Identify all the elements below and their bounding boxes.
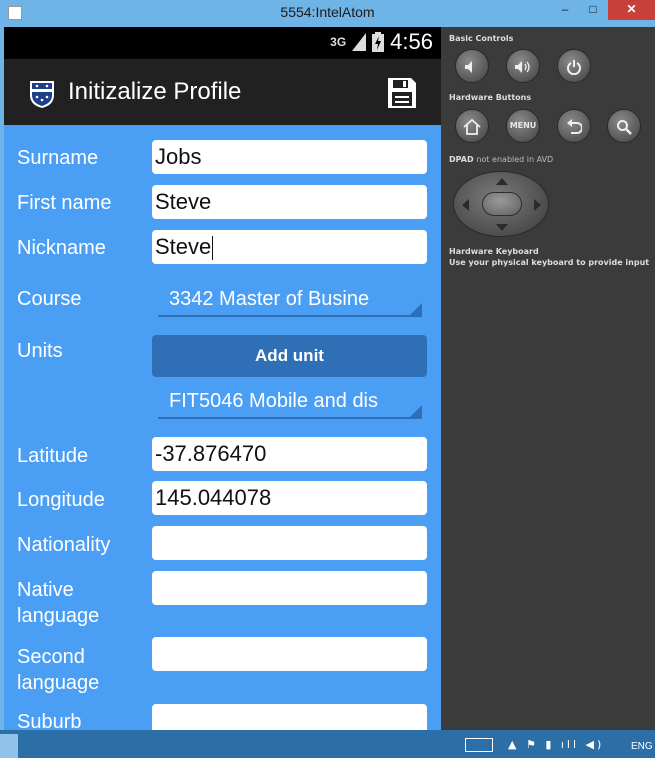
- dpad-control[interactable]: [453, 171, 549, 237]
- university-crest-icon[interactable]: [28, 79, 56, 109]
- close-button[interactable]: ✕: [608, 0, 655, 20]
- course-dropdown[interactable]: 3342 Master of Busine: [158, 283, 422, 317]
- battery-icon: [372, 32, 385, 52]
- back-button[interactable]: [557, 109, 591, 143]
- dpad-left-icon: [462, 199, 469, 211]
- action-bar: Initizalize Profile: [4, 59, 441, 125]
- suburb-label: Suburb: [17, 711, 82, 730]
- home-button[interactable]: [455, 109, 489, 143]
- search-icon: [617, 119, 632, 135]
- course-selected: 3342 Master of Busine: [169, 288, 370, 310]
- menu-button[interactable]: MENU: [506, 109, 540, 143]
- dropdown-arrow-icon: [410, 405, 422, 417]
- hardware-buttons-label: Hardware Buttons: [449, 93, 532, 102]
- page-title: Initizalize Profile: [68, 78, 242, 105]
- nickname-label: Nickname: [17, 237, 106, 259]
- latitude-field[interactable]: -37.876470: [152, 437, 427, 471]
- second-language-label-line1: Second: [17, 646, 85, 668]
- nationality-field[interactable]: [152, 526, 427, 560]
- longitude-field[interactable]: 145.044078: [152, 481, 427, 515]
- hardware-keyboard-label: Hardware Keyboard: [449, 247, 539, 256]
- minimize-button[interactable]: –: [552, 0, 578, 20]
- home-icon: [463, 118, 481, 135]
- dpad-down-icon: [496, 224, 508, 231]
- text-cursor: [212, 236, 214, 261]
- taskbar: ▲ ⚑ ▮ ıll ◀) ENG: [0, 730, 655, 758]
- nickname-field[interactable]: Steve: [152, 230, 427, 264]
- dpad-right-icon: [534, 199, 541, 211]
- dpad-center-button[interactable]: [482, 192, 522, 216]
- android-screen: 3G 4:56 Initizalize Profile Surname Jobs…: [4, 27, 441, 730]
- unit-selected: FIT5046 Mobile and dis: [169, 390, 379, 412]
- volume-down-button[interactable]: [455, 49, 489, 83]
- surname-label: Surname: [17, 147, 99, 169]
- signal-icon: [352, 33, 367, 51]
- input-language[interactable]: ENG: [631, 741, 653, 752]
- power-button[interactable]: [557, 49, 591, 83]
- native-language-label-line1: Native: [17, 579, 74, 601]
- back-icon: [567, 118, 583, 134]
- power-icon: [567, 59, 581, 75]
- suburb-field[interactable]: [152, 704, 427, 730]
- units-label: Units: [17, 340, 63, 362]
- nickname-value: Steve: [155, 234, 212, 259]
- volume-up-button[interactable]: [506, 49, 540, 83]
- surname-field[interactable]: Jobs: [152, 140, 427, 174]
- search-button[interactable]: [607, 109, 641, 143]
- volume-down-icon: [465, 60, 472, 73]
- save-icon[interactable]: [387, 77, 417, 109]
- latitude-label: Latitude: [17, 445, 89, 467]
- maximize-button[interactable]: □: [580, 0, 606, 20]
- volume-up-icon: [515, 60, 530, 73]
- status-bar: 3G 4:56: [4, 27, 441, 59]
- network-type: 3G: [330, 35, 347, 49]
- first-name-field[interactable]: Steve: [152, 185, 427, 219]
- dpad-label: DPAD not enabled in AVD: [449, 155, 553, 164]
- touch-keyboard-icon[interactable]: [465, 738, 493, 752]
- dpad-title: DPAD: [449, 155, 474, 164]
- first-name-label: First name: [17, 192, 112, 214]
- emulator-control-panel: Basic Controls Hardware Buttons MENU DPA…: [441, 27, 655, 730]
- hardware-keyboard-note: Use your physical keyboard to provide in…: [449, 258, 650, 267]
- dpad-up-icon: [496, 178, 508, 185]
- native-language-field[interactable]: [152, 571, 427, 605]
- basic-controls-label: Basic Controls: [449, 34, 514, 43]
- longitude-label: Longitude: [17, 489, 105, 511]
- unit-dropdown[interactable]: FIT5046 Mobile and dis: [158, 385, 422, 419]
- status-time: 4:56: [390, 29, 433, 54]
- native-language-label-line2: language: [17, 605, 100, 627]
- tray-icons[interactable]: ▲ ⚑ ▮ ıll ◀): [508, 738, 604, 751]
- second-language-label: Second language: [17, 644, 99, 696]
- second-language-field[interactable]: [152, 637, 427, 671]
- course-label: Course: [17, 288, 82, 310]
- profile-form: Surname Jobs First name Steve Nickname S…: [4, 125, 441, 730]
- dropdown-arrow-icon: [410, 303, 422, 315]
- taskbar-app-icon[interactable]: [0, 734, 18, 758]
- dpad-note: not enabled in AVD: [476, 155, 554, 164]
- native-language-label: Native language: [17, 577, 99, 629]
- nationality-label: Nationality: [17, 534, 111, 556]
- add-unit-button[interactable]: Add unit: [152, 335, 427, 377]
- second-language-label-line2: language: [17, 672, 100, 694]
- window-titlebar[interactable]: 5554:IntelAtom – □ ✕: [0, 0, 655, 27]
